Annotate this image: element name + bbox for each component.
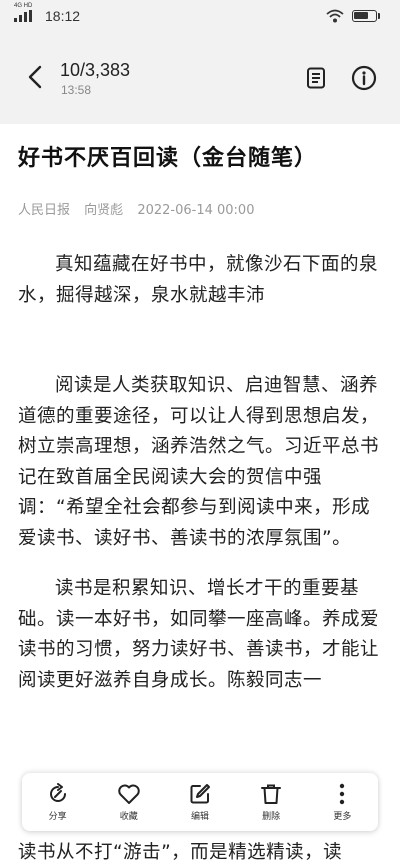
header-time: 13:58 xyxy=(61,83,92,97)
wifi-icon xyxy=(326,9,344,23)
network-type: 4G HD xyxy=(14,3,33,9)
bottom-toolbar: 分享 收藏 编辑 删除 更多 xyxy=(22,773,378,831)
trash-icon xyxy=(261,784,282,804)
favorite-button[interactable]: 收藏 xyxy=(99,783,159,822)
article-date: 2022-06-14 00:00 xyxy=(137,203,255,218)
edit-icon xyxy=(190,783,210,803)
article-paragraph: 真知蕴藏在好书中，就像沙石下面的泉水，掘得越深，泉水就越丰沛 xyxy=(18,254,379,306)
article-author: 向贤彪 xyxy=(84,203,124,218)
share-button[interactable]: 分享 xyxy=(28,782,88,822)
status-time: 18:12 xyxy=(45,8,81,24)
edit-label: 编辑 xyxy=(190,811,209,822)
more-label: 更多 xyxy=(333,811,352,822)
header-bar: 10/3,383 13:58 xyxy=(0,32,400,124)
status-bar: 4G HD 18:12 xyxy=(0,0,400,32)
edit-button[interactable]: 编辑 xyxy=(170,783,230,822)
article-body: 真知蕴藏在好书中，就像沙石下面的泉水，掘得越深，泉水就越丰沛 阅读是人类获取知识… xyxy=(18,250,384,696)
article-paragraph: 阅读是人类获取知识、启迪智慧、涵养道德的重要途径，可以让人得到思想启发，树立崇高… xyxy=(18,375,380,549)
signal-icon xyxy=(14,10,32,22)
more-icon xyxy=(340,783,345,804)
document-button[interactable] xyxy=(300,62,332,94)
heart-icon xyxy=(118,784,140,804)
battery-level xyxy=(354,12,368,19)
delete-button[interactable]: 删除 xyxy=(241,783,301,822)
battery-cap xyxy=(378,13,380,19)
item-count: 10/3,383 xyxy=(60,60,131,80)
favorite-label: 收藏 xyxy=(119,811,138,822)
article-title: 好书不厌百回读（金台随笔） xyxy=(18,146,318,171)
article-meta: 人民日报 向贤彪 2022-06-14 00:00 xyxy=(18,199,264,218)
document-icon xyxy=(307,67,325,89)
delete-label: 删除 xyxy=(262,811,281,822)
info-button[interactable] xyxy=(347,61,381,95)
share-icon xyxy=(49,782,66,802)
article-text-continued: 读书从不打“游击”，而是精选精读，读 xyxy=(18,842,343,863)
back-arrow-icon xyxy=(28,65,42,89)
article-source: 人民日报 xyxy=(18,203,71,218)
share-label: 分享 xyxy=(48,811,67,822)
battery-icon xyxy=(352,10,377,22)
more-button[interactable]: 更多 xyxy=(312,783,372,822)
info-icon xyxy=(351,65,377,91)
back-button[interactable] xyxy=(18,60,52,94)
article-paragraph: 读书是积累知识、增长才干的重要基础。读一本好书，如同攀一座高峰。养成爱读书的习惯… xyxy=(18,578,380,691)
